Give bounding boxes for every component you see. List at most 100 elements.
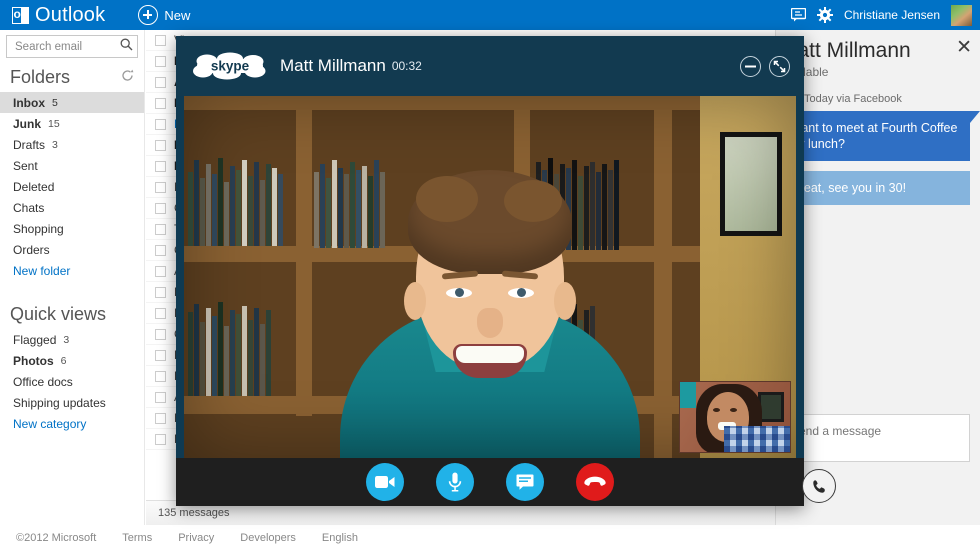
outlook-logo-icon [12, 6, 29, 24]
message-icon[interactable] [790, 8, 806, 22]
chat-message-bubble: Great, see you in 30! [780, 171, 970, 205]
message-checkbox[interactable] [155, 223, 166, 235]
message-checkbox[interactable] [155, 97, 166, 109]
sidebar-item-label: New category [13, 416, 87, 431]
message-checkbox[interactable] [155, 433, 166, 445]
refresh-icon[interactable] [121, 69, 134, 87]
footer-link-privacy[interactable]: Privacy [178, 532, 214, 544]
sidebar-item-count: 3 [63, 333, 70, 346]
sidebar-item-orders[interactable]: Orders [0, 239, 144, 260]
outlook-skype-screen: Outlook New [0, 0, 980, 551]
conversation-header: Today via Facebook [804, 93, 902, 105]
outlook-brand[interactable]: Outlook [12, 4, 105, 27]
skype-logo-text: skype [211, 59, 250, 74]
sidebar-item-flagged[interactable]: Flagged 3 [0, 329, 144, 350]
sidebar-item-label: Deleted [13, 179, 55, 194]
sidebar-item-new-folder[interactable]: New folder [0, 260, 144, 281]
page-footer: ©2012 Microsoft Terms Privacy Developers… [0, 525, 980, 551]
sidebar-item-label: Drafts [13, 137, 46, 152]
new-button-label: New [164, 7, 191, 23]
folders-title: Folders [10, 67, 71, 87]
footer-link-language[interactable]: English [322, 532, 358, 544]
message-checkbox[interactable] [155, 160, 166, 172]
sidebar-item-count: 3 [52, 138, 58, 151]
skype-logo-icon: skype [193, 52, 266, 80]
search-email-field[interactable] [6, 35, 138, 58]
sidebar-item-sent[interactable]: Sent [0, 155, 144, 176]
message-checkbox[interactable] [155, 181, 166, 193]
sidebar-item-office-docs[interactable]: Office docs [0, 371, 144, 392]
sidebar-item-shipping-updates[interactable]: Shipping updates [0, 392, 144, 413]
search-icon[interactable] [120, 38, 133, 56]
end-call-button[interactable] [576, 463, 614, 501]
quick-views-header: Quick views [0, 295, 144, 329]
plus-icon [138, 5, 159, 25]
sidebar-item-inbox[interactable]: Inbox 5 [0, 92, 144, 113]
message-checkbox[interactable] [155, 118, 166, 130]
sidebar-item-chats[interactable]: Chats [0, 197, 144, 218]
sidebar-item-count: 6 [60, 354, 67, 367]
skype-caller-name: Matt Millmann [280, 56, 386, 75]
message-checkbox[interactable] [155, 76, 166, 88]
message-checkbox[interactable] [155, 307, 166, 319]
message-checkbox[interactable] [155, 244, 166, 256]
chat-message-bubble: Want to meet at Fourth Coffee for lunch? [780, 111, 980, 161]
close-icon[interactable]: ✕ [956, 38, 972, 57]
self-video-feed[interactable] [679, 381, 791, 453]
message-checkbox[interactable] [155, 34, 166, 46]
message-checkbox[interactable] [155, 139, 166, 151]
sidebar-item-junk[interactable]: Junk 15 [0, 113, 144, 134]
quick-views-list: Flagged 3 Photos 6 Office docs Shipping updat… [0, 329, 144, 434]
message-checkbox[interactable] [155, 286, 166, 298]
folders-header: Folders [0, 58, 144, 92]
message-input[interactable] [789, 423, 961, 439]
chat-bubble-list: Want to meet at Fourth Coffee for lunch?… [776, 111, 980, 205]
copyright-label: ©2012 Microsoft [16, 532, 97, 544]
message-checkbox[interactable] [155, 370, 166, 382]
sidebar-item-shopping[interactable]: Shopping [0, 218, 144, 239]
sidebar-item-photos[interactable]: Photos 6 [0, 350, 144, 371]
video-toggle-button[interactable] [366, 463, 404, 501]
message-checkbox[interactable] [155, 391, 166, 403]
phone-icon[interactable] [802, 469, 836, 503]
message-checkbox[interactable] [155, 55, 166, 67]
mute-toggle-button[interactable] [436, 463, 474, 501]
message-count-label: 135 messages [158, 507, 230, 519]
message-checkbox[interactable] [155, 412, 166, 424]
sidebar-item-deleted[interactable]: Deleted [0, 176, 144, 197]
send-message-field[interactable] [780, 414, 970, 462]
message-checkbox[interactable] [155, 265, 166, 277]
call-controls [176, 458, 804, 506]
sidebar-item-count: 5 [52, 96, 58, 109]
sidebar-item-label: Flagged [13, 332, 57, 347]
message-checkbox[interactable] [155, 349, 166, 361]
skype-window-header: skype Matt Millmann 00:32 [176, 36, 804, 96]
sidebar-item-label: Photos [13, 353, 54, 368]
sidebar-item-drafts[interactable]: Drafts 3 [0, 134, 144, 155]
fullscreen-button[interactable] [769, 55, 790, 77]
sidebar-item-new-category[interactable]: New category [0, 413, 144, 434]
avatar[interactable] [951, 4, 972, 26]
top-navigation-bar: Outlook New [0, 0, 980, 30]
main-video-feed[interactable] [184, 96, 796, 458]
sidebar-item-label: Junk [13, 116, 42, 131]
new-message-button[interactable]: New [138, 5, 190, 25]
footer-link-terms[interactable]: Terms [122, 532, 152, 544]
gear-icon[interactable] [816, 7, 833, 23]
minimize-button[interactable] [740, 55, 761, 77]
chat-button[interactable] [506, 463, 544, 501]
message-checkbox[interactable] [155, 202, 166, 214]
skype-call-window: skype Matt Millmann 00:32 [176, 36, 804, 506]
top-bar-right-cluster: Christiane Jensen [790, 0, 972, 30]
sidebar-item-label: Shipping updates [13, 395, 106, 410]
user-name-label[interactable]: Christiane Jensen [844, 8, 940, 22]
sidebar-item-label: Sent [13, 158, 38, 173]
search-input[interactable] [13, 39, 120, 54]
call-duration: 00:32 [391, 59, 422, 73]
sidebar-item-label: Shopping [13, 221, 64, 236]
sidebar-item-label: New folder [13, 263, 71, 278]
footer-link-developers[interactable]: Developers [240, 532, 296, 544]
message-checkbox[interactable] [155, 328, 166, 340]
quick-views-title: Quick views [10, 304, 107, 324]
